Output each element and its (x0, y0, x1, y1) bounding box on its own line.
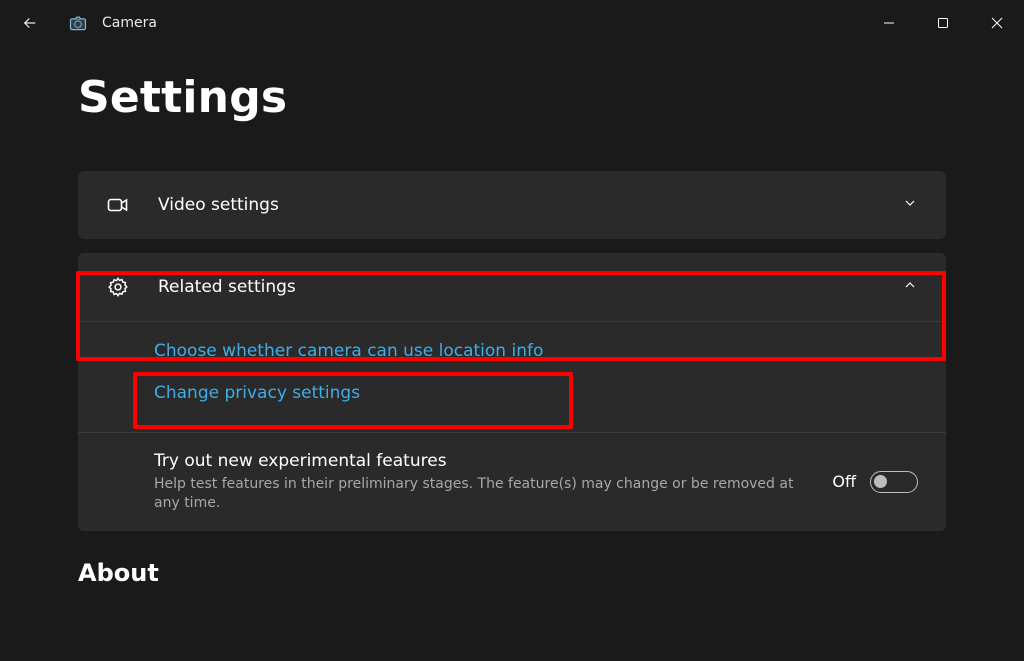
page-title: Settings (78, 72, 946, 123)
experimental-description: Help test features in their preliminary … (154, 475, 812, 513)
experimental-toggle[interactable] (870, 471, 918, 493)
privacy-settings-link[interactable]: Change privacy settings (154, 372, 946, 414)
experimental-toggle-group: Off (832, 471, 918, 493)
video-settings-label: Video settings (158, 195, 902, 215)
experimental-features-row: Try out new experimental features Help t… (78, 433, 946, 531)
maximize-icon (937, 17, 949, 29)
close-icon (991, 17, 1003, 29)
chevron-up-icon (902, 277, 918, 297)
toggle-state-label: Off (832, 472, 856, 491)
content-area: Settings Video settings Related settings (0, 46, 1024, 661)
related-settings-card: Related settings Choose whether camera c… (78, 253, 946, 531)
video-settings-card: Video settings (78, 171, 946, 239)
about-heading: About (78, 559, 946, 587)
titlebar: Camera (0, 0, 1024, 46)
video-icon (106, 193, 130, 217)
maximize-button[interactable] (916, 0, 970, 46)
toggle-thumb (874, 475, 887, 488)
window: Camera Settings Video settings (0, 0, 1024, 661)
camera-app-icon (68, 13, 88, 33)
back-button[interactable] (10, 3, 50, 43)
location-info-link[interactable]: Choose whether camera can use location i… (154, 330, 946, 372)
video-settings-header[interactable]: Video settings (78, 171, 946, 239)
related-settings-links: Choose whether camera can use location i… (78, 322, 946, 432)
related-settings-header[interactable]: Related settings (78, 253, 946, 321)
app-title: Camera (102, 15, 157, 31)
close-button[interactable] (970, 0, 1024, 46)
minimize-button[interactable] (862, 0, 916, 46)
experimental-title: Try out new experimental features (154, 451, 812, 471)
gear-icon (106, 275, 130, 299)
minimize-icon (883, 17, 895, 29)
window-controls (862, 0, 1024, 46)
related-settings-label: Related settings (158, 277, 902, 297)
chevron-down-icon (902, 195, 918, 215)
back-arrow-icon (21, 14, 39, 32)
